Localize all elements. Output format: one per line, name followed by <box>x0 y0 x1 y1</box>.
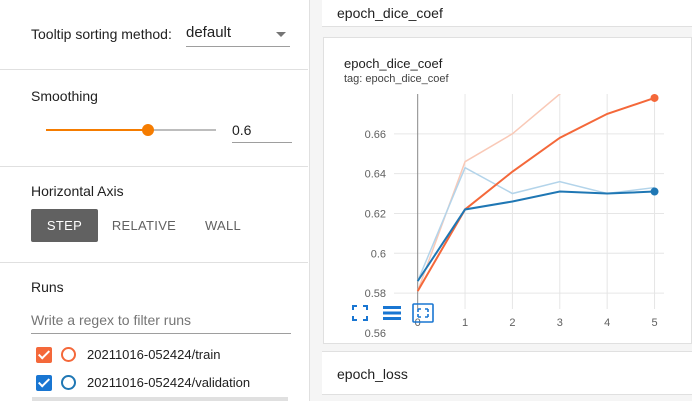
x-tick-label: 3 <box>557 317 563 329</box>
tooltip-sorting-value: default <box>186 24 232 41</box>
axis-step-button[interactable]: STEP <box>31 209 98 242</box>
series-line-validation-raw <box>416 166 655 282</box>
tooltip-sorting-select[interactable]: default <box>186 24 290 47</box>
y-tick-label: 0.58 <box>365 288 386 300</box>
data-table-icon[interactable] <box>382 305 402 321</box>
tooltip-section: Tooltip sorting method: default <box>0 0 308 70</box>
run-validation-color-icon <box>61 375 76 390</box>
y-tick-label: 0.56 <box>365 328 386 340</box>
runs-label: Runs <box>31 279 64 295</box>
x-tick-label: 5 <box>651 317 657 329</box>
smoothing-slider[interactable] <box>46 124 216 136</box>
horizontal-axis-label: Horizontal Axis <box>31 183 124 199</box>
y-tick-label: 0.64 <box>365 169 386 181</box>
x-tick-label: 2 <box>509 317 515 329</box>
run-validation-label: 20211016-052424/validation <box>87 375 251 390</box>
smoothing-slider-fill <box>46 129 148 131</box>
axis-wall-button[interactable]: WALL <box>192 209 254 242</box>
y-tick-label: 0.66 <box>365 129 386 141</box>
next-section-title: epoch_loss <box>337 366 408 382</box>
x-tick-label: 4 <box>604 317 610 329</box>
y-tick-label: 0.62 <box>365 208 386 220</box>
sidebar: Tooltip sorting method: default Smoothin… <box>0 0 310 401</box>
run-train-label: 20211016-052424/train <box>87 347 221 362</box>
runs-filter-input[interactable]: Write a regex to filter runs <box>31 307 291 334</box>
chart-card: epoch_dice_coef tag: epoch_dice_coef 0.5… <box>323 37 692 344</box>
tooltip-sorting-label: Tooltip sorting method: <box>31 26 172 42</box>
chart-tag: tag: epoch_dice_coef <box>344 73 449 85</box>
section-header-loss[interactable]: epoch_loss <box>322 351 692 395</box>
section-header-dice-coef[interactable]: epoch_dice_coef <box>322 0 692 27</box>
fullscreen-icon[interactable] <box>352 305 368 321</box>
y-tick-label: 0.6 <box>371 248 386 260</box>
chart-plot[interactable]: 0.560.580.60.620.640.660 1 2 3 4 5 <box>324 94 692 344</box>
run-list-scroll-hint <box>32 397 288 401</box>
smoothing-slider-thumb[interactable] <box>142 124 154 136</box>
run-train-checkbox[interactable] <box>36 347 52 363</box>
fit-domain-icon[interactable] <box>412 303 434 323</box>
run-validation-checkbox[interactable] <box>36 375 52 391</box>
smoothing-input[interactable]: 0.6 <box>232 118 292 143</box>
run-train-color-icon <box>61 347 76 362</box>
axis-relative-button[interactable]: RELATIVE <box>106 209 182 242</box>
chart-title: epoch_dice_coef <box>344 56 443 71</box>
chevron-down-icon <box>276 32 286 37</box>
series-end-point-train <box>650 94 659 102</box>
x-tick-label: 1 <box>462 317 468 329</box>
smoothing-label: Smoothing <box>31 88 98 104</box>
series-end-point-validation <box>650 187 659 196</box>
series-line-validation-smoothed <box>416 190 655 282</box>
section-title: epoch_dice_coef <box>337 5 443 21</box>
